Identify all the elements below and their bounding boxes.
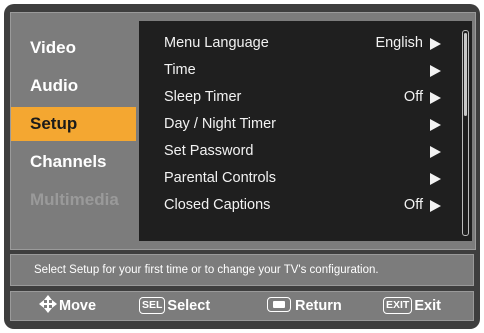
setup-options-panel: Menu Language English Time Sleep Timer O… (139, 21, 472, 241)
menu-row-menu-language[interactable]: Menu Language English (139, 30, 451, 57)
move-label: Move (59, 298, 97, 314)
menu-row-time[interactable]: Time (139, 57, 451, 84)
select-label: Select (167, 298, 211, 314)
row-label: Sleep Timer (164, 89, 242, 105)
exit-label: Exit (414, 298, 441, 314)
scrollbar-thumb[interactable] (464, 33, 467, 116)
menu-row-day-night-timer[interactable]: Day / Night Timer (139, 111, 451, 138)
menu-area: Video Audio Setup Channels Multimedia Me… (10, 12, 476, 250)
sidebar-item-multimedia: Multimedia (30, 190, 119, 209)
menu-row-sleep-timer[interactable]: Sleep Timer Off (139, 84, 451, 111)
arrow-right-icon (430, 146, 441, 158)
return-label: Return (295, 298, 342, 314)
arrow-right-icon (430, 173, 441, 185)
row-value: English (375, 35, 423, 51)
sidebar-item-setup[interactable]: Setup (11, 107, 136, 141)
exit-hint: EXIT Exit (383, 292, 441, 320)
sidebar-item-video[interactable]: Video (11, 31, 136, 65)
row-label: Day / Night Timer (164, 116, 276, 132)
footer-hint-bar: Move SEL Select Return EXIT Exit (10, 291, 474, 321)
menu-row-closed-captions[interactable]: Closed Captions Off (139, 192, 451, 219)
row-value: Off (403, 89, 423, 105)
menu-row-set-password[interactable]: Set Password (139, 138, 451, 165)
menu-row-parental-controls[interactable]: Parental Controls (139, 165, 451, 192)
help-text-bar: Select Setup for your first time or to c… (10, 254, 474, 286)
return-key-icon (267, 297, 291, 312)
row-value: Off (403, 197, 423, 213)
arrow-right-icon (430, 200, 441, 212)
sidebar-item-channels[interactable]: Channels (11, 145, 136, 179)
row-label: Set Password (164, 143, 254, 159)
select-hint: SEL Select (139, 292, 210, 320)
arrow-right-icon (430, 119, 441, 131)
return-hint: Return (267, 292, 342, 320)
move-hint: Move (39, 292, 96, 320)
arrow-right-icon (430, 92, 441, 104)
sidebar-item-audio[interactable]: Audio (11, 69, 136, 103)
row-label: Parental Controls (164, 170, 277, 186)
sel-key-icon: SEL (139, 297, 166, 314)
tv-menu-window: Video Audio Setup Channels Multimedia Me… (4, 4, 480, 329)
row-label: Closed Captions (164, 197, 271, 213)
arrow-right-icon (430, 38, 441, 50)
exit-key-icon: EXIT (383, 297, 413, 314)
move-arrows-icon (39, 295, 57, 313)
help-text: Select Setup for your first time or to c… (34, 264, 379, 276)
row-label: Menu Language (164, 35, 269, 51)
arrow-right-icon (430, 65, 441, 77)
row-label: Time (164, 62, 196, 78)
scrollbar[interactable] (462, 30, 469, 236)
